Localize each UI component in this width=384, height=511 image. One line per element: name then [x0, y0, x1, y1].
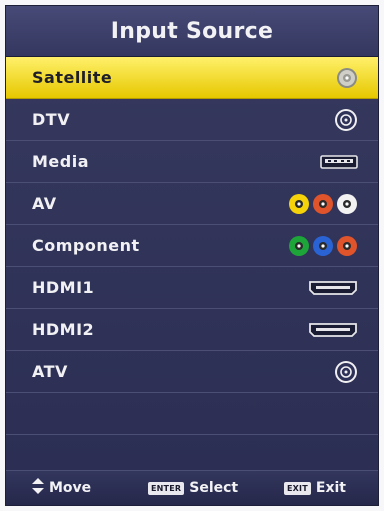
exit-key-icon: EXIT	[284, 481, 311, 495]
source-item-label: Satellite	[32, 68, 113, 87]
rca-av-jacks-icon	[288, 183, 358, 224]
source-item-dtv[interactable]: DTV	[6, 99, 378, 141]
source-item-label: DTV	[32, 110, 71, 129]
move-hint: Move	[32, 471, 91, 505]
exit-label: Exit	[315, 480, 346, 496]
move-label: Move	[49, 480, 92, 496]
rca-component-jacks-icon	[288, 225, 358, 266]
source-item-component[interactable]: Component	[6, 225, 378, 267]
source-item-av[interactable]: AV	[6, 183, 378, 225]
antenna-connector-icon	[334, 99, 358, 140]
hdmi-port-icon	[308, 309, 358, 350]
source-item-label: Media	[32, 152, 90, 171]
input-source-list: Satellite DTV Media AV Component HDMI1 H…	[6, 57, 378, 477]
source-item-label: HDMI1	[32, 278, 95, 297]
hdmi-port-icon	[308, 267, 358, 308]
source-item-label: ATV	[32, 362, 68, 381]
empty-row	[6, 393, 378, 435]
source-item-hdmi2[interactable]: HDMI2	[6, 309, 378, 351]
select-label: Select	[189, 480, 239, 496]
exit-hint: EXIT Exit	[284, 471, 346, 505]
antenna-connector-icon	[334, 351, 358, 392]
input-source-menu: Input Source Satellite DTV Media AV Comp…	[6, 6, 378, 505]
source-item-hdmi1[interactable]: HDMI1	[6, 267, 378, 309]
source-item-media[interactable]: Media	[6, 141, 378, 183]
footer-hints: Move ENTER Select EXIT Exit	[6, 470, 378, 505]
source-item-atv[interactable]: ATV	[6, 351, 378, 393]
source-item-label: HDMI2	[32, 320, 95, 339]
source-item-label: AV	[32, 194, 57, 213]
source-item-label: Component	[32, 236, 140, 255]
enter-key-icon: ENTER	[148, 481, 185, 495]
up-down-arrows-icon	[32, 478, 44, 498]
select-hint: ENTER Select	[148, 471, 238, 505]
usb-port-icon	[320, 141, 358, 182]
satellite-connector-icon	[336, 57, 358, 98]
source-item-satellite[interactable]: Satellite	[6, 57, 378, 99]
menu-title: Input Source	[6, 6, 378, 57]
